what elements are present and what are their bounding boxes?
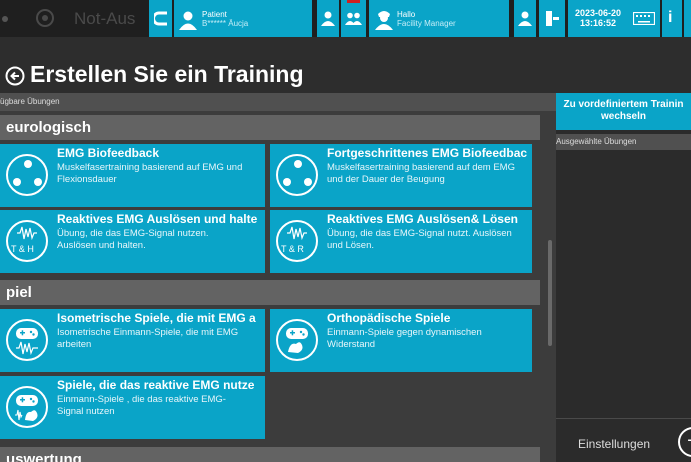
people-icon [345,12,362,25]
notification-marker [347,0,360,3]
exercise-description: Übung, die das EMG-Signal nutzen. Auslös… [57,228,209,251]
partial-icon [2,16,8,22]
info-button[interactable]: i [662,0,682,37]
emg-wave-icon: T & R [276,220,318,262]
exercise-card[interactable]: Isometrische Spiele, die mit EMG a Isome… [0,309,265,372]
emergency-stop-button[interactable]: Not-Aus [28,0,144,37]
section-label: eurologisch [6,119,92,136]
person-icon [518,11,532,26]
emergency-stop-label: Not-Aus [74,9,136,28]
available-exercises-header: ügbare Übungen [0,93,556,111]
user-info[interactable]: Hallo Facility Manager [369,0,509,37]
settings-label: Einstellungen [578,437,651,451]
keyboard-icon [633,12,655,25]
patient-group-button[interactable] [341,0,366,37]
available-exercises-panel: ügbare Übungen eurologisch EMG Biofeedba… [0,93,556,462]
exercise-description: Muskelfasertraining basierend auf dem EM… [327,162,515,185]
keyboard-button[interactable] [628,0,660,37]
patient-name: B****** Äucja [202,19,249,28]
section-neurologisch[interactable]: eurologisch [0,115,540,140]
greeting-label: Hallo [397,10,416,19]
exercise-title: EMG Biofeedback [57,146,160,160]
selected-exercises-panel: Zu vordefiniertem Trainin wechseln Ausge… [556,93,691,462]
icon-label: T & R [281,244,304,254]
section-spiel[interactable]: piel [0,280,540,305]
exercise-description: Einmann-Spiele gegen dynamischen Widerst… [327,327,482,350]
patient-info[interactable]: Patient B****** Äucja [174,0,312,37]
logout-icon [546,11,559,26]
exercise-title: Fortgeschrittenes EMG Biofeedbac [327,146,528,160]
icon-label: T & H [11,244,34,254]
date-label: 2023-06-20 [574,8,622,18]
exercise-title: Reaktives EMG Auslösen& Lösen [327,212,518,226]
exercise-title: Isometrische Spiele, die mit EMG a [57,311,256,325]
patient-label: Patient [202,10,227,19]
exercise-card[interactable]: T & R Reaktives EMG Auslösen& Lösen Übun… [270,210,532,273]
user-profile-button[interactable] [514,0,536,37]
exercise-title: Orthopädische Spiele [327,311,451,325]
switch-button-line1: Zu vordefiniertem Trainin [563,99,684,110]
gamepad-wave-icon [6,386,48,428]
page-title: Erstellen Sie ein Training [30,61,304,87]
dots-icon [6,154,48,196]
time-label: 13:16:52 [579,18,617,28]
magnet-button[interactable] [149,0,172,37]
exercise-title: Spiele, die das reaktive EMG nutze [57,378,255,392]
patient-profile-button[interactable] [317,0,339,37]
section-auswertung[interactable]: uswertung [0,447,540,462]
exercise-card[interactable]: Orthopädische Spiele Einmann-Spiele gege… [270,309,532,372]
exercise-title: Reaktives EMG Auslösen und halte [57,212,258,226]
date-time: 2023-06-20 13:16:52 [568,0,628,37]
user-role: Facility Manager [397,19,456,28]
switch-button-line2: wechseln [600,111,647,122]
exercise-card[interactable]: T & H Reaktives EMG Auslösen und halte Ü… [0,210,265,273]
logout-button[interactable] [539,0,565,37]
exercise-description: Isometrische Einmann-Spiele, die mit EMG… [57,327,239,350]
dots-icon [276,154,318,196]
person-icon [321,11,335,26]
exercise-description: Übung, die das EMG-Signal nutzt. Auslöse… [327,228,512,251]
gamepad-icon [6,319,48,361]
top-bar: Not-Aus Patient B****** Äucja Hallo Faci… [0,0,691,37]
divider [556,418,691,419]
more-button[interactable] [684,0,691,37]
magnet-icon [154,11,167,26]
emergency-stop-icon [36,9,54,27]
scrollbar[interactable] [548,240,552,346]
back-arrow-icon[interactable] [5,66,25,86]
info-icon: i [668,9,673,26]
exercise-card[interactable]: Fortgeschrittenes EMG Biofeedbac Muskelf… [270,144,532,207]
section-label: uswertung [6,451,82,462]
patient-avatar-icon [179,11,197,30]
exercise-description: Einmann-Spiele , die das reaktive EMG-Si… [57,394,226,417]
switch-to-predefined-button[interactable]: Zu vordefiniertem Trainin wechseln [556,93,691,130]
plus-icon: + [687,430,691,452]
exercise-description: Muskelfasertraining basierend auf EMG un… [57,162,243,185]
emg-wave-icon: T & H [6,220,48,262]
exercise-card[interactable]: EMG Biofeedback Muskelfasertraining basi… [0,144,265,207]
exercise-card[interactable]: Spiele, die das reaktive EMG nutze Einma… [0,376,265,439]
user-avatar-icon [375,11,393,30]
section-label: piel [6,284,32,301]
selected-exercises-header: Ausgewählte Übungen [556,134,691,150]
gamepad-arm-icon [276,319,318,361]
menu-area[interactable] [0,0,28,37]
